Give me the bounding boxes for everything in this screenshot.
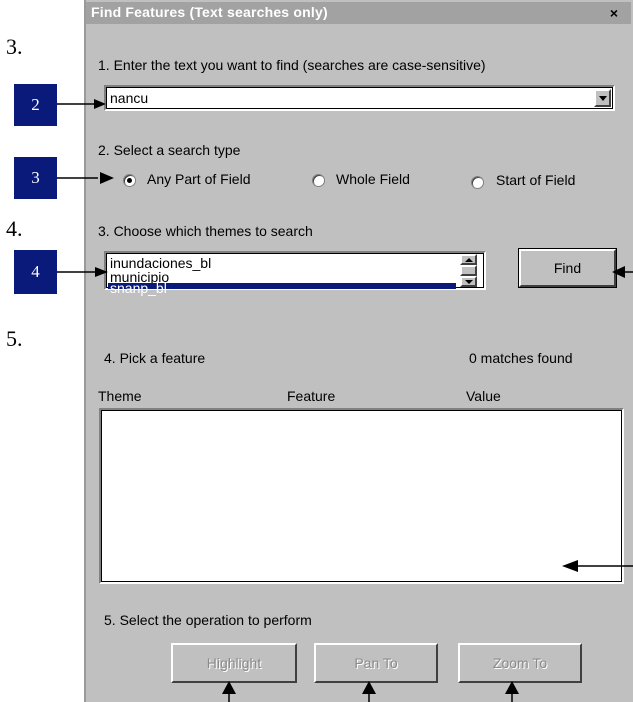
arrow-icon <box>57 267 108 277</box>
arrow-icon <box>57 172 114 184</box>
arrow-icon <box>612 266 633 278</box>
arrow-icon <box>362 681 376 702</box>
arrow-icon <box>505 681 519 702</box>
arrow-icon <box>562 560 633 572</box>
annotation-arrows <box>57 99 633 702</box>
arrow-icon <box>57 99 106 109</box>
arrow-icon <box>222 681 236 702</box>
